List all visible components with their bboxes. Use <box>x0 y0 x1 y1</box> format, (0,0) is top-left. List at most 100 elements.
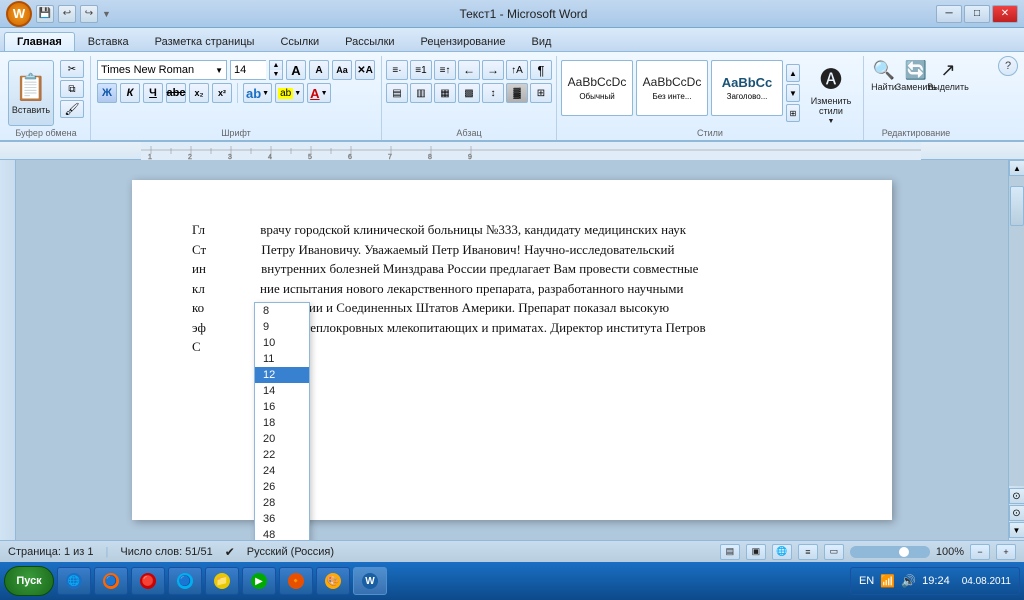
format-painter-button[interactable]: 🖌 <box>60 100 84 118</box>
style-heading1[interactable]: AaBbCc Заголово... <box>711 60 783 116</box>
style-normal[interactable]: AaBbCcDc Обычный <box>561 60 633 116</box>
align-right-button[interactable]: ▦ <box>434 83 456 103</box>
italic-button[interactable]: К <box>120 83 140 103</box>
scroll-thumb[interactable] <box>1010 186 1024 226</box>
select-button[interactable]: ↗ Выделить <box>934 60 962 92</box>
replace-button[interactable]: 🔄 Заменить <box>902 60 930 92</box>
maximize-button[interactable]: □ <box>964 5 990 23</box>
justify-button[interactable]: ▩ <box>458 83 480 103</box>
zoom-out-btn[interactable]: − <box>970 544 990 560</box>
text-effects-button[interactable]: ab ▼ <box>243 83 272 103</box>
taskbar-word[interactable]: W <box>353 567 387 595</box>
zoom-slider[interactable] <box>850 546 930 558</box>
change-case-button[interactable]: Aa <box>332 60 352 80</box>
document-area[interactable]: Гл врачу городской клинической больницы … <box>16 160 1008 540</box>
bold-button[interactable]: Ж <box>97 83 117 103</box>
sort-button[interactable]: ↑A <box>506 60 528 80</box>
quick-redo-btn[interactable]: ↪ <box>80 5 98 23</box>
tab-mailings[interactable]: Рассылки <box>332 32 407 51</box>
prev-page-btn[interactable]: ⊙ <box>1009 488 1024 504</box>
superscript-button[interactable]: x² <box>212 83 232 103</box>
document-page[interactable]: Гл врачу городской клинической больницы … <box>132 180 892 520</box>
show-hide-button[interactable]: ¶ <box>530 60 552 80</box>
change-styles-button[interactable]: 🅐 Изменитьстили ▼ <box>803 60 859 126</box>
tab-page-layout[interactable]: Разметка страницы <box>142 32 268 51</box>
paste-button[interactable]: 📋 Вставить <box>8 60 54 126</box>
tab-insert[interactable]: Вставка <box>75 32 142 51</box>
view-web-btn[interactable]: 🌐 <box>772 544 792 560</box>
fontsize-8[interactable]: 8 <box>255 303 309 319</box>
next-page-btn[interactable]: ⊙ <box>1009 505 1024 521</box>
fontsize-10[interactable]: 10 <box>255 335 309 351</box>
styles-more[interactable]: ⊞ <box>786 104 800 122</box>
minimize-button[interactable]: ─ <box>936 5 962 23</box>
align-center-button[interactable]: ▥ <box>410 83 432 103</box>
fontsize-18[interactable]: 18 <box>255 415 309 431</box>
fontsize-28[interactable]: 28 <box>255 495 309 511</box>
fontsize-36[interactable]: 36 <box>255 511 309 527</box>
start-button[interactable]: Пуск <box>4 566 54 596</box>
fontsize-48[interactable]: 48 <box>255 527 309 540</box>
find-button[interactable]: 🔍 Найти <box>870 60 898 92</box>
tab-view[interactable]: Вид <box>519 32 565 51</box>
taskbar-torrent[interactable]: 🔸 <box>279 567 313 595</box>
copy-button[interactable]: ⧉ <box>60 80 84 98</box>
fontsize-14[interactable]: 14 <box>255 383 309 399</box>
grow-font-button[interactable]: A <box>286 60 306 80</box>
view-full-reading-btn[interactable]: ▣ <box>746 544 766 560</box>
fontsize-26[interactable]: 26 <box>255 479 309 495</box>
shrink-font-button[interactable]: A <box>309 60 329 80</box>
line-spacing-button[interactable]: ↕ <box>482 83 504 103</box>
fontsize-16[interactable]: 16 <box>255 399 309 415</box>
bullet-list-button[interactable]: ≡· <box>386 60 408 80</box>
taskbar-ie[interactable]: 🌐 <box>57 567 91 595</box>
tab-home[interactable]: Главная <box>4 32 75 51</box>
view-print-btn[interactable]: ▤ <box>720 544 740 560</box>
align-left-button[interactable]: ▤ <box>386 83 408 103</box>
fontsize-9[interactable]: 9 <box>255 319 309 335</box>
fontsize-22[interactable]: 22 <box>255 447 309 463</box>
borders-button[interactable]: ⊞ <box>530 83 552 103</box>
tab-review[interactable]: Рецензирование <box>408 32 519 51</box>
clear-format-button[interactable]: ✕A <box>355 60 375 80</box>
font-color-button[interactable]: A ▼ <box>307 83 330 103</box>
style-no-spacing[interactable]: AaBbCcDc Без инте... <box>636 60 708 116</box>
strikethrough-button[interactable]: abc <box>166 83 186 103</box>
fontsize-20[interactable]: 20 <box>255 431 309 447</box>
font-size-up[interactable]: ▲ <box>270 61 282 70</box>
help-button[interactable]: ? <box>998 56 1018 76</box>
styles-scroll-down[interactable]: ▼ <box>786 84 800 102</box>
fontsize-24[interactable]: 24 <box>255 463 309 479</box>
fontsize-12[interactable]: 12 <box>255 367 309 383</box>
taskbar-explorer[interactable]: 📁 <box>205 567 239 595</box>
quick-undo-btn[interactable]: ↩ <box>58 5 76 23</box>
taskbar-firefox[interactable]: 🔵 <box>94 567 128 595</box>
outdent-button[interactable]: ← <box>458 60 480 80</box>
shading-button[interactable]: ▓ <box>506 83 528 103</box>
highlight-button[interactable]: ab ▼ <box>275 83 304 103</box>
scroll-up-button[interactable]: ▲ <box>1009 160 1024 176</box>
underline-button[interactable]: Ч <box>143 83 163 103</box>
multilevel-list-button[interactable]: ≡↑ <box>434 60 456 80</box>
view-draft-btn[interactable]: ▭ <box>824 544 844 560</box>
view-outline-btn[interactable]: ≡ <box>798 544 818 560</box>
taskbar-mediaplayer[interactable]: ▶ <box>242 567 276 595</box>
taskbar-chrome[interactable]: 🔴 <box>131 567 165 595</box>
taskbar-skype[interactable]: 🔵 <box>168 567 202 595</box>
scroll-down-button[interactable]: ▼ <box>1009 522 1024 538</box>
zoom-in-btn[interactable]: + <box>996 544 1016 560</box>
font-size-input[interactable]: 14 <box>230 60 266 80</box>
font-name-dropdown[interactable]: Times New Roman ▼ <box>97 60 227 80</box>
numbered-list-button[interactable]: ≡1 <box>410 60 432 80</box>
close-button[interactable]: ✕ <box>992 5 1018 23</box>
office-button[interactable]: W <box>6 1 32 27</box>
zoom-slider-thumb[interactable] <box>898 546 910 558</box>
tab-references[interactable]: Ссылки <box>267 32 332 51</box>
cut-button[interactable]: ✂ <box>60 60 84 78</box>
font-size-dropdown[interactable]: 8 9 10 11 12 14 16 18 20 22 24 26 28 36 … <box>254 302 310 540</box>
fontsize-11[interactable]: 11 <box>255 351 309 367</box>
quick-save-btn[interactable]: 💾 <box>36 5 54 23</box>
subscript-button[interactable]: x₂ <box>189 83 209 103</box>
indent-button[interactable]: → <box>482 60 504 80</box>
styles-scroll-up[interactable]: ▲ <box>786 64 800 82</box>
